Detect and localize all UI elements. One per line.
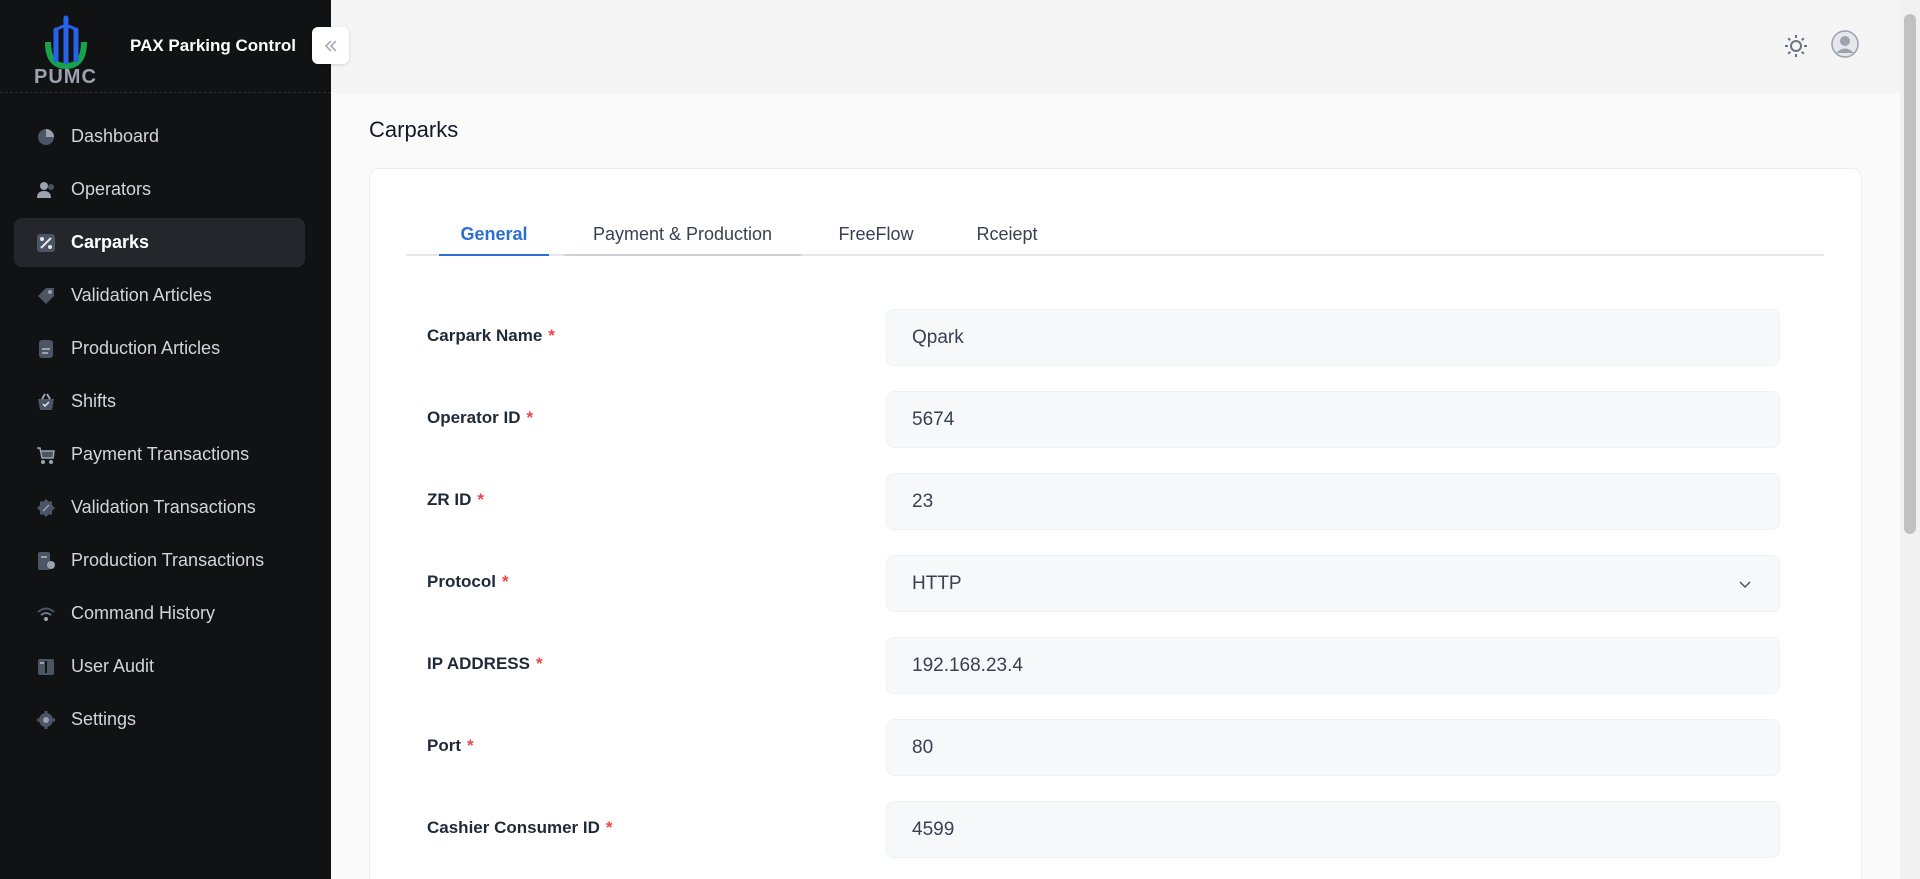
sidebar-item-label: Production Transactions [71, 550, 265, 570]
sidebar-item-label: Command History [71, 603, 216, 623]
form-row-zr-id: ZR ID * 23 [427, 473, 1807, 555]
ip-address-input[interactable]: 192.168.23.4 [886, 637, 1780, 694]
required-asterisk: * [605, 818, 613, 837]
app-title: PAX Parking Control [130, 36, 296, 55]
sidebar-item-label: Carparks [71, 232, 150, 252]
tab-general[interactable]: General [439, 209, 549, 256]
required-asterisk: * [535, 654, 543, 673]
sidebar-item-carparks[interactable]: Carparks [14, 218, 305, 267]
sidebar-item-production-transactions[interactable]: Production Transactions [14, 536, 305, 585]
form-row-operator-id: Operator ID * 5674 [427, 391, 1807, 473]
gear-icon [36, 710, 56, 730]
required-asterisk: * [526, 408, 534, 427]
users-icon [36, 180, 56, 200]
user-icon [1831, 30, 1859, 58]
field-label: Operator ID * [427, 408, 534, 427]
field-label: Protocol * [427, 572, 509, 591]
sidebar-item-user-audit[interactable]: User Audit [14, 642, 305, 691]
page-title: Carparks [369, 117, 459, 142]
logo-text: PUMC [34, 66, 97, 88]
protocol-selected-value: HTTP [912, 572, 962, 594]
theme-toggle-button[interactable] [1781, 31, 1811, 61]
cashier-consumer-id-input[interactable]: 4599 [886, 801, 1780, 858]
tab-freeflow[interactable]: FreeFlow [816, 209, 936, 256]
sidebar-item-label: Production Articles [71, 338, 221, 358]
carpark-form-card: General Payment & Production FreeFlow Rc… [369, 168, 1862, 879]
sun-icon [1785, 35, 1807, 57]
sidebar-item-operators[interactable]: Operators [14, 165, 305, 214]
sidebar-item-shifts[interactable]: Shifts [14, 377, 305, 426]
cart-icon [36, 445, 56, 465]
sidebar-nav: Dashboard Operators Carparks Validation … [14, 112, 305, 748]
sidebar-item-validation-articles[interactable]: Validation Articles [14, 271, 305, 320]
tab-receipt[interactable]: Rceiept [952, 209, 1062, 256]
sidebar-item-label: Payment Transactions [71, 444, 250, 464]
sidebar-item-label: User Audit [71, 656, 155, 676]
discount-icon [36, 498, 56, 518]
chevron-down-icon [1739, 580, 1751, 588]
zr-id-input[interactable]: 23 [886, 473, 1780, 530]
sidebar-item-payment-transactions[interactable]: Payment Transactions [14, 430, 305, 479]
sidebar-item-label: Operators [71, 179, 152, 199]
form-row-port: Port * 80 [427, 719, 1807, 801]
sidebar-item-command-history[interactable]: Command History [14, 589, 305, 638]
form-row-ip-address: IP ADDRESS * 192.168.23.4 [427, 637, 1807, 719]
percent-icon [36, 233, 56, 253]
field-label: ZR ID * [427, 490, 485, 509]
required-asterisk: * [501, 572, 509, 591]
field-label: IP ADDRESS * [427, 654, 543, 673]
pie-chart-icon [36, 127, 56, 147]
tab-bar: General Payment & Production FreeFlow Rc… [406, 209, 1824, 256]
document-icon [36, 339, 56, 359]
scrollbar-thumb[interactable] [1904, 14, 1916, 534]
receipt-icon [36, 551, 56, 571]
user-avatar[interactable] [1831, 30, 1859, 58]
sidebar-item-label: Dashboard [71, 126, 160, 146]
form-row-carpark-name: Carpark Name * Qpark [427, 309, 1807, 391]
sidebar: PUMC PAX Parking Control Dashboard Opera… [0, 0, 331, 879]
sidebar-item-label: Validation Articles [71, 285, 212, 305]
tag-icon [36, 286, 56, 306]
field-label: Port * [427, 736, 474, 755]
field-label: Carpark Name * [427, 326, 555, 345]
carpark-form: Carpark Name * Qpark Operator ID * 5674 ZR… [427, 309, 1807, 879]
sidebar-item-label: Validation Transactions [71, 497, 256, 517]
form-row-protocol: Protocol * HTTP [427, 555, 1807, 637]
operator-id-input[interactable]: 5674 [886, 391, 1780, 448]
page-scrollbar[interactable] [1900, 0, 1920, 879]
book-icon [36, 657, 56, 677]
sidebar-item-dashboard[interactable]: Dashboard [14, 112, 305, 161]
required-asterisk: * [467, 736, 474, 755]
sidebar-item-settings[interactable]: Settings [14, 695, 305, 744]
collapse-sidebar-button[interactable] [312, 27, 349, 64]
port-input[interactable]: 80 [886, 719, 1780, 776]
sidebar-item-label: Settings [71, 709, 137, 729]
required-asterisk: * [477, 490, 485, 509]
required-asterisk: * [548, 326, 555, 345]
carpark-name-input[interactable]: Qpark [886, 309, 1780, 366]
basket-icon [36, 392, 56, 412]
protocol-select[interactable]: HTTP [886, 555, 1780, 612]
sidebar-item-validation-transactions[interactable]: Validation Transactions [14, 483, 305, 532]
sidebar-item-production-articles[interactable]: Production Articles [14, 324, 305, 373]
field-label: Cashier Consumer ID * [427, 818, 613, 837]
top-header [331, 0, 1900, 93]
wifi-icon [36, 604, 56, 624]
brand-header: PUMC PAX Parking Control [0, 0, 331, 93]
main-content: Carparks General Payment & Production Fr… [331, 93, 1900, 879]
tab-payment-production[interactable]: Payment & Production [564, 209, 801, 256]
sidebar-item-label: Shifts [71, 391, 117, 411]
form-row-cashier-consumer-id: Cashier Consumer ID * 4599 [427, 801, 1807, 879]
double-chevron-left-icon [324, 39, 337, 52]
